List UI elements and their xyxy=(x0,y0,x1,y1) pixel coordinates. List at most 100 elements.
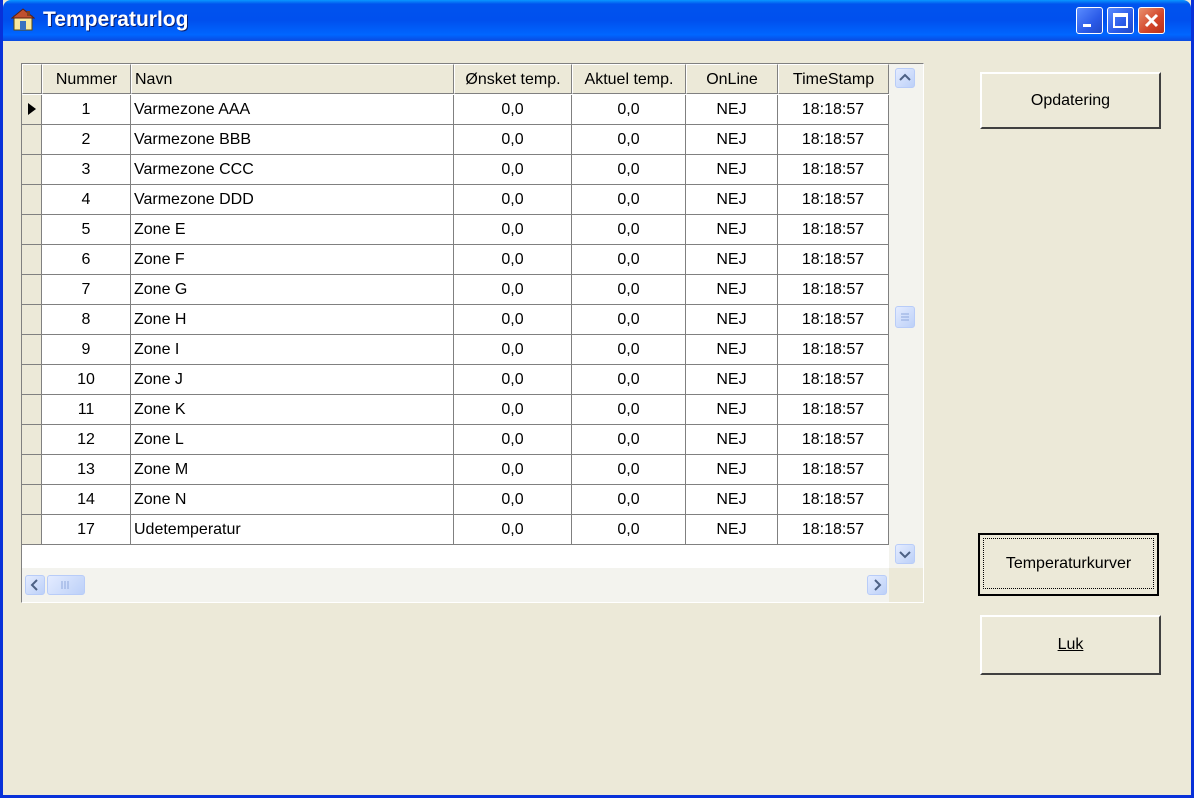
row-indicator[interactable] xyxy=(22,395,42,425)
cell-timestamp[interactable]: 18:18:57 xyxy=(778,275,889,305)
cell-online[interactable]: NEJ xyxy=(686,515,778,545)
cell-nummer[interactable]: 1 xyxy=(42,95,131,125)
scroll-down-button[interactable] xyxy=(895,544,915,564)
cell-nummer[interactable]: 9 xyxy=(42,335,131,365)
scroll-up-button[interactable] xyxy=(895,68,915,88)
col-header-aktuel-temp[interactable]: Aktuel temp. xyxy=(572,64,686,94)
cell-aktuel-temp[interactable]: 0,0 xyxy=(572,425,686,455)
cell-timestamp[interactable]: 18:18:57 xyxy=(778,365,889,395)
cell-online[interactable]: NEJ xyxy=(686,485,778,515)
cell-nummer[interactable]: 3 xyxy=(42,155,131,185)
cell-nummer[interactable]: 4 xyxy=(42,185,131,215)
cell-navn[interactable]: Zone H xyxy=(131,305,454,335)
cell-timestamp[interactable]: 18:18:57 xyxy=(778,305,889,335)
table-row[interactable]: 7 Zone G 0,0 0,0 NEJ 18:18:57 xyxy=(22,275,889,305)
row-indicator[interactable] xyxy=(22,245,42,275)
row-indicator[interactable] xyxy=(22,155,42,185)
cell-navn[interactable]: Zone K xyxy=(131,395,454,425)
close-window-button[interactable] xyxy=(1138,7,1165,34)
cell-onsket-temp[interactable]: 0,0 xyxy=(454,485,572,515)
cell-onsket-temp[interactable]: 0,0 xyxy=(454,185,572,215)
cell-timestamp[interactable]: 18:18:57 xyxy=(778,335,889,365)
table-row[interactable]: 4 Varmezone DDD 0,0 0,0 NEJ 18:18:57 xyxy=(22,185,889,215)
cell-online[interactable]: NEJ xyxy=(686,455,778,485)
cell-onsket-temp[interactable]: 0,0 xyxy=(454,515,572,545)
temperature-grid[interactable]: Nummer Navn Ønsket temp. Aktuel temp. On… xyxy=(21,63,924,603)
cell-aktuel-temp[interactable]: 0,0 xyxy=(572,95,686,125)
table-row[interactable]: 11 Zone K 0,0 0,0 NEJ 18:18:57 xyxy=(22,395,889,425)
table-row[interactable]: 1 Varmezone AAA 0,0 0,0 NEJ 18:18:57 xyxy=(22,95,889,125)
row-indicator[interactable] xyxy=(22,185,42,215)
cell-timestamp[interactable]: 18:18:57 xyxy=(778,185,889,215)
cell-onsket-temp[interactable]: 0,0 xyxy=(454,335,572,365)
cell-online[interactable]: NEJ xyxy=(686,425,778,455)
cell-onsket-temp[interactable]: 0,0 xyxy=(454,305,572,335)
cell-online[interactable]: NEJ xyxy=(686,245,778,275)
cell-navn[interactable]: Zone I xyxy=(131,335,454,365)
cell-online[interactable]: NEJ xyxy=(686,335,778,365)
cell-navn[interactable]: Zone F xyxy=(131,245,454,275)
scroll-right-button[interactable] xyxy=(867,575,887,595)
cell-timestamp[interactable]: 18:18:57 xyxy=(778,245,889,275)
cell-online[interactable]: NEJ xyxy=(686,365,778,395)
cell-nummer[interactable]: 8 xyxy=(42,305,131,335)
cell-nummer[interactable]: 11 xyxy=(42,395,131,425)
cell-aktuel-temp[interactable]: 0,0 xyxy=(572,515,686,545)
cell-timestamp[interactable]: 18:18:57 xyxy=(778,215,889,245)
cell-navn[interactable]: Zone E xyxy=(131,215,454,245)
cell-nummer[interactable]: 7 xyxy=(42,275,131,305)
cell-aktuel-temp[interactable]: 0,0 xyxy=(572,215,686,245)
col-header-online[interactable]: OnLine xyxy=(686,64,778,94)
row-indicator[interactable] xyxy=(22,215,42,245)
cell-online[interactable]: NEJ xyxy=(686,95,778,125)
cell-nummer[interactable]: 13 xyxy=(42,455,131,485)
col-header-timestamp[interactable]: TimeStamp xyxy=(778,64,889,94)
minimize-button[interactable] xyxy=(1076,7,1103,34)
cell-online[interactable]: NEJ xyxy=(686,155,778,185)
cell-timestamp[interactable]: 18:18:57 xyxy=(778,455,889,485)
cell-navn[interactable]: Varmezone BBB xyxy=(131,125,454,155)
cell-navn[interactable]: Varmezone AAA xyxy=(131,95,454,125)
cell-nummer[interactable]: 6 xyxy=(42,245,131,275)
cell-aktuel-temp[interactable]: 0,0 xyxy=(572,275,686,305)
cell-onsket-temp[interactable]: 0,0 xyxy=(454,215,572,245)
cell-online[interactable]: NEJ xyxy=(686,125,778,155)
cell-aktuel-temp[interactable]: 0,0 xyxy=(572,395,686,425)
table-row[interactable]: 6 Zone F 0,0 0,0 NEJ 18:18:57 xyxy=(22,245,889,275)
cell-nummer[interactable]: 17 xyxy=(42,515,131,545)
row-indicator[interactable] xyxy=(22,275,42,305)
cell-aktuel-temp[interactable]: 0,0 xyxy=(572,155,686,185)
cell-nummer[interactable]: 12 xyxy=(42,425,131,455)
cell-onsket-temp[interactable]: 0,0 xyxy=(454,275,572,305)
row-indicator[interactable] xyxy=(22,365,42,395)
table-row[interactable]: 8 Zone H 0,0 0,0 NEJ 18:18:57 xyxy=(22,305,889,335)
cell-timestamp[interactable]: 18:18:57 xyxy=(778,515,889,545)
cell-onsket-temp[interactable]: 0,0 xyxy=(454,365,572,395)
row-indicator[interactable] xyxy=(22,455,42,485)
cell-navn[interactable]: Zone L xyxy=(131,425,454,455)
title-bar[interactable]: Temperaturlog xyxy=(3,0,1191,41)
maximize-button[interactable] xyxy=(1107,7,1134,34)
cell-aktuel-temp[interactable]: 0,0 xyxy=(572,245,686,275)
cell-online[interactable]: NEJ xyxy=(686,395,778,425)
temperaturkurver-button[interactable]: Temperaturkurver xyxy=(978,533,1159,596)
cell-aktuel-temp[interactable]: 0,0 xyxy=(572,185,686,215)
cell-onsket-temp[interactable]: 0,0 xyxy=(454,395,572,425)
cell-onsket-temp[interactable]: 0,0 xyxy=(454,125,572,155)
col-header-nummer[interactable]: Nummer xyxy=(42,64,131,94)
cell-nummer[interactable]: 2 xyxy=(42,125,131,155)
cell-navn[interactable]: Zone N xyxy=(131,485,454,515)
cell-timestamp[interactable]: 18:18:57 xyxy=(778,125,889,155)
scroll-left-button[interactable] xyxy=(25,575,45,595)
row-indicator[interactable] xyxy=(22,95,42,125)
col-header-navn[interactable]: Navn xyxy=(131,64,454,94)
cell-online[interactable]: NEJ xyxy=(686,185,778,215)
cell-navn[interactable]: Udetemperatur xyxy=(131,515,454,545)
cell-navn[interactable]: Zone M xyxy=(131,455,454,485)
cell-onsket-temp[interactable]: 0,0 xyxy=(454,95,572,125)
table-row[interactable]: 2 Varmezone BBB 0,0 0,0 NEJ 18:18:57 xyxy=(22,125,889,155)
opdatering-button[interactable]: Opdatering xyxy=(980,72,1161,129)
cell-nummer[interactable]: 10 xyxy=(42,365,131,395)
cell-nummer[interactable]: 14 xyxy=(42,485,131,515)
cell-aktuel-temp[interactable]: 0,0 xyxy=(572,455,686,485)
